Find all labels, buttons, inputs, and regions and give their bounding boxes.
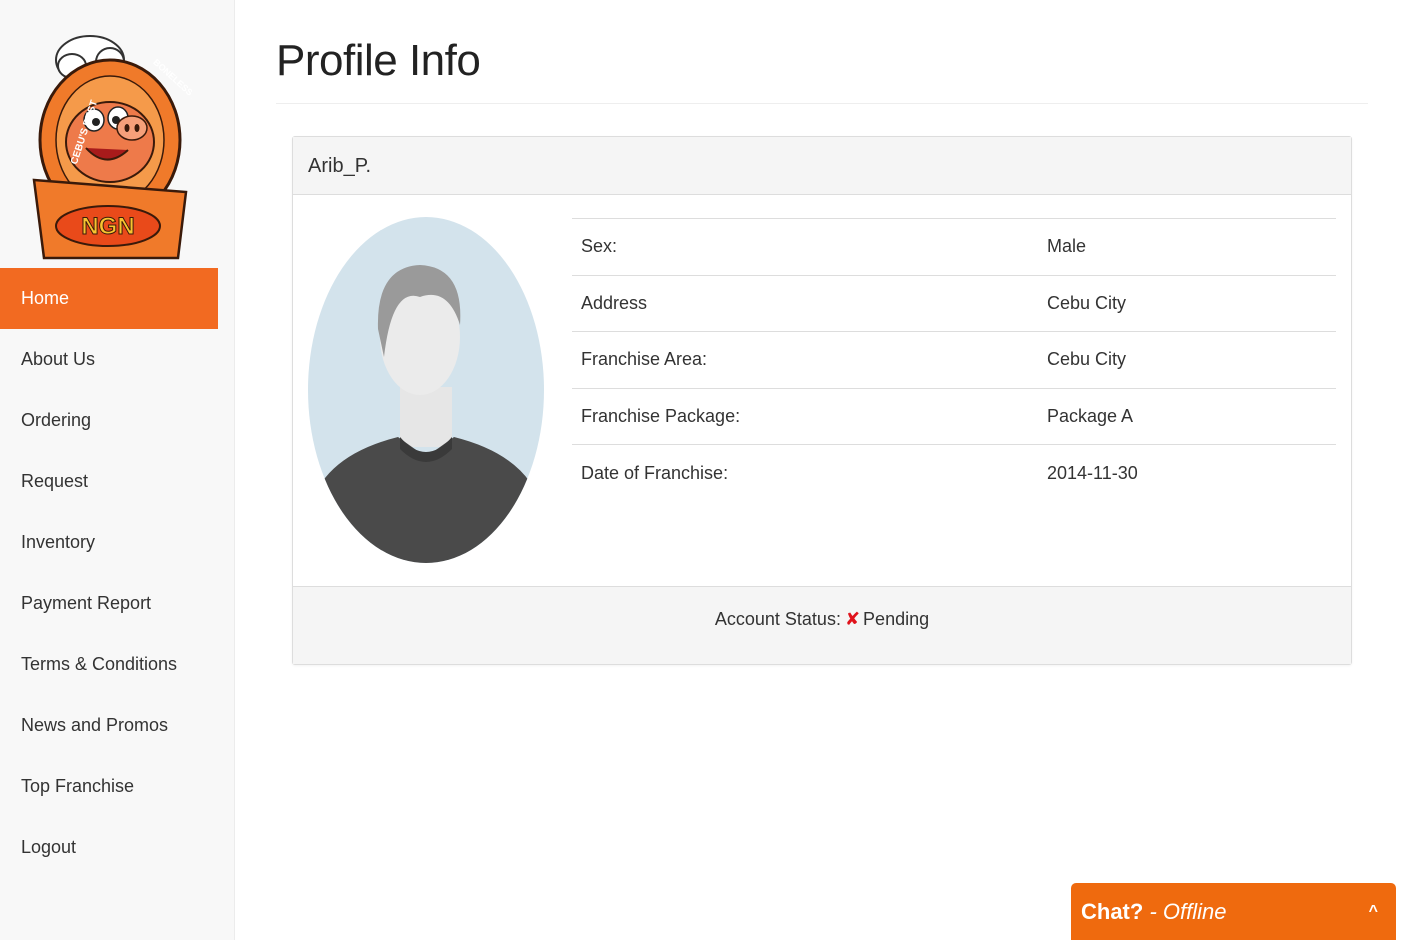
sidebar-item-terms-conditions[interactable]: Terms & Conditions (0, 634, 218, 695)
sidebar-item-ordering[interactable]: Ordering (0, 390, 218, 451)
account-status-label: Account Status: (714, 609, 841, 629)
chat-widget-button[interactable]: Chat? - Offline ^ (1071, 883, 1396, 940)
title-divider (276, 103, 1368, 104)
main-content: Profile Info Arib_P. Sex: Male Address C… (276, 0, 1368, 665)
sidebar-item-inventory[interactable]: Inventory (0, 512, 218, 573)
sidebar-item-payment-report[interactable]: Payment Report (0, 573, 218, 634)
sidebar-item-request[interactable]: Request (0, 451, 218, 512)
ngn-logo[interactable]: CEBU'S BEST BONELESS LECHON NGN (28, 30, 192, 262)
row-label-sex: Sex: (581, 236, 618, 257)
table-row: Franchise Area: Cebu City (572, 331, 1336, 389)
sidebar-item-top-franchise[interactable]: Top Franchise (0, 756, 218, 817)
sidebar-item-logout[interactable]: Logout (0, 817, 218, 878)
x-icon: ✘ (844, 609, 861, 629)
chat-separator: - (1143, 899, 1163, 924)
row-label-franchise-package: Franchise Package: (581, 405, 741, 426)
table-row: Address Cebu City (572, 275, 1336, 332)
chat-title: Chat? (1081, 899, 1144, 924)
sidebar-item-news-and-promos[interactable]: News and Promos (0, 695, 218, 756)
row-value-address: Cebu City (1047, 292, 1127, 313)
sidebar-item-home[interactable]: Home (0, 268, 218, 329)
row-value-franchise-area: Cebu City (1047, 349, 1127, 370)
row-value-date-of-franchise: 2014-11-30 (1047, 462, 1138, 483)
table-row: Sex: Male (572, 218, 1336, 276)
row-value-franchise-package: Package A (1047, 405, 1134, 426)
profile-username: Arib_P. (293, 137, 1351, 195)
account-status-footer: Account Status: ✘ Pending (293, 586, 1351, 664)
row-label-franchise-area: Franchise Area: (581, 349, 708, 370)
row-label-date-of-franchise: Date of Franchise: (581, 462, 729, 483)
chevron-up-icon[interactable]: ^ (1369, 883, 1378, 940)
profile-panel: Arib_P. Sex: Male Address Cebu City Fran… (292, 136, 1352, 665)
account-status-value: Pending (863, 609, 930, 629)
svg-text:NGN: NGN (81, 213, 134, 240)
sidebar: CEBU'S BEST BONELESS LECHON NGN Home Abo… (0, 0, 235, 940)
table-row: Franchise Package: Package A (572, 388, 1336, 445)
table-row: Date of Franchise: 2014-11-30 (572, 444, 1336, 502)
avatar-icon (308, 217, 544, 563)
chat-status: Offline (1162, 899, 1227, 924)
row-label-address: Address (581, 292, 648, 313)
sidebar-nav: Home About Us Ordering Request Inventory… (0, 268, 218, 878)
sidebar-item-about-us[interactable]: About Us (0, 329, 218, 390)
profile-details-table: Sex: Male Address Cebu City Franchise Ar… (572, 218, 1336, 501)
row-value-sex: Male (1047, 236, 1087, 257)
page-title: Profile Info (276, 36, 481, 85)
